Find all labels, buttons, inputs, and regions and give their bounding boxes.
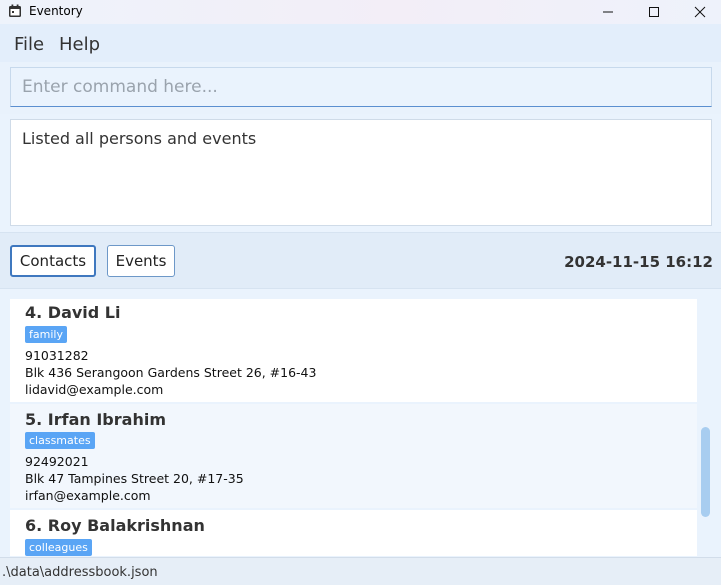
- tab-contacts[interactable]: Contacts: [10, 245, 96, 277]
- window-title: Eventory: [29, 4, 83, 18]
- contact-address: Blk 47 Tampines Street 20, #17-35: [25, 471, 244, 486]
- command-box: [0, 62, 721, 114]
- contact-phone: 91031282: [25, 348, 89, 363]
- contact-name: 5. Irfan Ibrahim: [25, 410, 166, 429]
- current-datetime: 2024-11-15 16:12: [564, 253, 713, 271]
- contact-tag: family: [25, 326, 67, 343]
- tab-bar: Contacts Events 2024-11-15 16:12: [0, 232, 721, 289]
- menu-help[interactable]: Help: [59, 34, 100, 55]
- contact-tag: colleagues: [25, 539, 92, 556]
- status-bar: .\data\addressbook.json: [0, 557, 721, 585]
- tab-events[interactable]: Events: [107, 245, 175, 277]
- close-button[interactable]: [677, 0, 721, 24]
- maximize-icon: [649, 7, 659, 17]
- contact-tag: classmates: [25, 432, 95, 449]
- menu-file[interactable]: File: [14, 34, 44, 55]
- result-display: Listed all persons and events: [10, 119, 712, 226]
- data-file-path: .\data\addressbook.json: [2, 565, 158, 580]
- menu-bar: File Help: [0, 24, 721, 62]
- title-bar: Eventory: [0, 0, 721, 24]
- contact-email: irfan@example.com: [25, 488, 151, 503]
- result-message: Listed all persons and events: [22, 129, 257, 148]
- list-scrollbar[interactable]: [701, 427, 710, 517]
- app-calendar-icon: [9, 4, 21, 17]
- close-icon: [694, 6, 706, 18]
- minimize-icon: [603, 11, 613, 13]
- command-input[interactable]: [10, 67, 712, 107]
- maximize-button[interactable]: [631, 0, 677, 24]
- contact-list[interactable]: 4. David Li family 91031282 Blk 436 Sera…: [0, 290, 721, 556]
- contact-email: lidavid@example.com: [25, 382, 164, 397]
- list-item[interactable]: 5. Irfan Ibrahim classmates 92492021 Blk…: [10, 404, 697, 508]
- contact-name: 6. Roy Balakrishnan: [25, 516, 205, 535]
- list-item[interactable]: 6. Roy Balakrishnan colleagues: [10, 510, 697, 556]
- contact-phone: 92492021: [25, 454, 89, 469]
- contact-address: Blk 436 Serangoon Gardens Street 26, #16…: [25, 365, 317, 380]
- list-item[interactable]: 4. David Li family 91031282 Blk 436 Sera…: [10, 299, 697, 402]
- contact-name: 4. David Li: [25, 303, 121, 322]
- minimize-button[interactable]: [585, 0, 631, 24]
